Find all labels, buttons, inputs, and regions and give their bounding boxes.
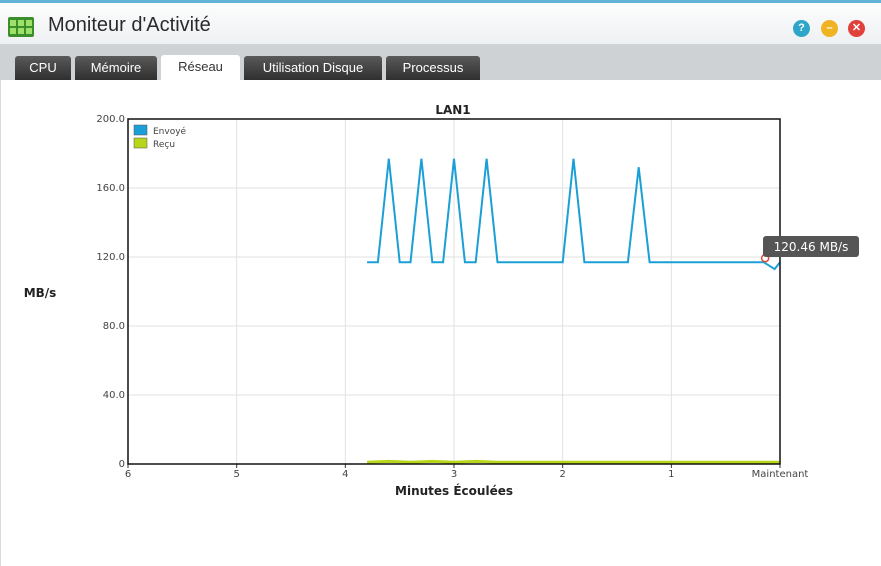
tooltip-text: 120.46 MB/s	[774, 240, 849, 254]
y-axis-label: MB/s	[24, 286, 57, 300]
x-tick-label: 3	[451, 469, 457, 480]
value-tooltip: 120.46 MB/s	[763, 236, 859, 257]
y-tick-label: 120.0	[96, 252, 125, 263]
legend-label-recu: Reçu	[153, 140, 175, 150]
series-line-envoye	[367, 158, 781, 271]
legend-swatch-recu	[133, 137, 148, 149]
x-tick-label: 2	[559, 469, 565, 480]
series-line-recu	[367, 459, 780, 464]
chart-series	[367, 158, 781, 464]
y-tick-label: 80.0	[103, 321, 125, 332]
x-tick-label: 5	[233, 469, 239, 480]
x-tick-labels: 6 5 4 3 2 1 Maintenant	[125, 469, 809, 480]
legend-label-envoye: Envoyé	[153, 126, 187, 137]
y-tick-label: 160.0	[96, 183, 125, 194]
lan1-chart: LAN1 MB/s Minutes Écoulées 200.0 160.0 120…	[24, 103, 859, 498]
y-tick-label: 200.0	[96, 114, 125, 125]
x-tick-label: 4	[342, 469, 348, 480]
activity-monitor-window: Moniteur d'Activité ? – ✕ CPU Mémoire Ré…	[0, 0, 881, 566]
x-tick-label: 6	[125, 469, 131, 480]
legend-swatch-envoye	[133, 124, 148, 136]
x-tick-label: Maintenant	[752, 469, 809, 480]
chart-legend: Envoyé Reçu	[133, 124, 187, 150]
y-tick-labels: 200.0160.0120.080.040.00	[96, 114, 125, 470]
y-tick-label: 40.0	[103, 390, 125, 401]
chart-grid	[127, 118, 781, 468]
x-axis-label: Minutes Écoulées	[395, 483, 513, 498]
chart-title: LAN1	[435, 103, 470, 117]
x-tick-label: 1	[668, 469, 674, 480]
